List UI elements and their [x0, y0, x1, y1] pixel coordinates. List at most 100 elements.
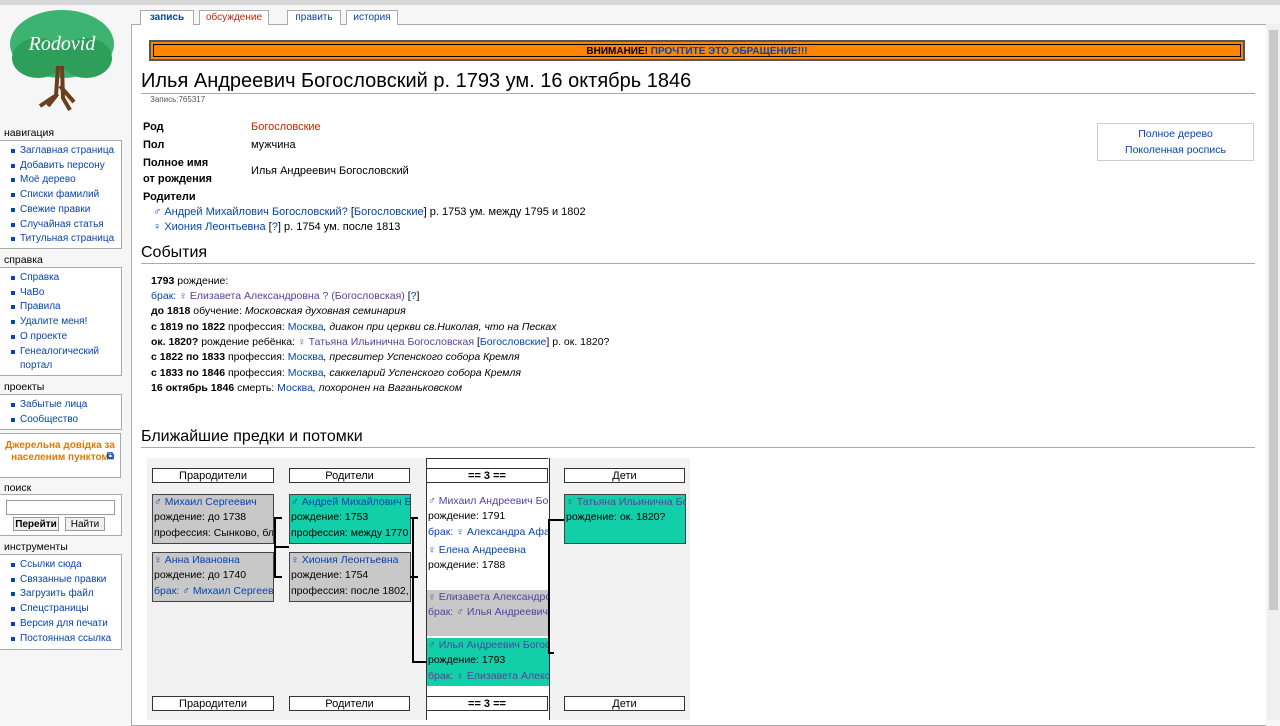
- promo-link[interactable]: Джерельна довідка за населеним пунктом ⧉: [0, 433, 121, 478]
- scrollbar-thumb[interactable]: [1269, 30, 1278, 610]
- help-item[interactable]: ЧаВо: [8, 286, 121, 301]
- nav-item[interactable]: Титульная страница: [8, 232, 121, 247]
- connector-p-to-self: [412, 661, 427, 663]
- projects-title: проекты: [4, 381, 45, 393]
- tree-card-self[interactable]: ♂ Илья Андреевич Богословскийрождение: 1…: [427, 638, 549, 686]
- tree-header-parents: Родители: [289, 468, 410, 483]
- projects-item[interactable]: Забытые лица: [8, 398, 121, 413]
- event-profession-1: с 1819 по 1822 профессия: Москва, диакон…: [151, 321, 557, 333]
- tree-card-child[interactable]: ♀ Татьяна Ильинична Богословскаярождение…: [564, 494, 686, 544]
- help-item[interactable]: Правила: [8, 300, 121, 315]
- tree-card-sibling-2[interactable]: ♀ Елена Андреевна рождение: 1788: [427, 543, 549, 589]
- child-link[interactable]: ♀ Татьяна Ильинична Богословская: [298, 336, 474, 348]
- tree-header-self: == 3 ==: [426, 468, 548, 483]
- banner-link[interactable]: ПРОЧТИТЕ ЭТО ОБРАЩЕНИЕ!!!: [651, 46, 808, 57]
- help-portlet: Справка ЧаВо Правила Удалите меня! О про…: [0, 267, 122, 376]
- parent-mother: ♀ Хиония Леонтьевна [?] р. 1754 ум. посл…: [153, 221, 401, 233]
- tree-footer-children: Дети: [564, 696, 685, 711]
- nav-item[interactable]: Свежие правки: [8, 203, 121, 218]
- tree-card-grandfather[interactable]: ♂ Михаил Сергеевич рождение: до 1738 профе…: [152, 494, 274, 544]
- event-profession-2: с 1822 по 1833 профессия: Москва, пресви…: [151, 351, 520, 363]
- nav-item[interactable]: Случайная статья: [8, 218, 121, 233]
- events-heading: События: [141, 244, 208, 261]
- tree-card-grandmother[interactable]: ♀ Анна Ивановна рождение: до 1740 брак: ♂ …: [152, 552, 274, 602]
- fullname-value: Илья Андреевич Богословский: [251, 165, 409, 177]
- tree-links-box: Полное дерево Поколенная роспись: [1097, 123, 1254, 161]
- event-profession-3: с 1833 по 1846 профессия: Москва, саккел…: [151, 367, 522, 379]
- tools-item[interactable]: Загрузить файл: [8, 587, 121, 602]
- title-divider: [141, 93, 1255, 94]
- connector-children: [548, 519, 550, 653]
- tab-discussion[interactable]: обсуждение: [199, 10, 269, 25]
- mother-name-link[interactable]: Хиония Леонтьевна: [164, 221, 265, 233]
- help-title: справка: [4, 254, 43, 266]
- nav-item[interactable]: Заглавная страница: [8, 144, 121, 159]
- tree-footer-self: == 3 ==: [426, 696, 548, 711]
- notice-banner: ВНИМАНИЕ! ПРОЧТИТЕ ЭТО ОБРАЩЕНИЕ!!!: [149, 40, 1245, 61]
- window-top-border: [0, 0, 1280, 5]
- tree-card-mother[interactable]: ♀ Хиония Леонтьевна рождение: 1754 професс…: [289, 552, 411, 602]
- connector-self-h: [548, 652, 554, 654]
- event-education: до 1818 обучение: Московская духовная се…: [151, 305, 406, 317]
- tools-item[interactable]: Связанные правки: [8, 573, 121, 588]
- mother-sym[interactable]: ♀: [153, 221, 161, 233]
- event-child-birth: ок. 1820? рождение ребёнка: ♀ Татьяна Ил…: [151, 336, 610, 348]
- event-birth: 1793 рождение:: [151, 275, 229, 287]
- tools-item[interactable]: Постоянная ссылка: [8, 632, 121, 647]
- fullname-label-2: от рождения: [143, 173, 212, 185]
- logo-text: Rodovid: [28, 33, 97, 55]
- help-item[interactable]: Генеалогический портал: [8, 345, 121, 374]
- search-input[interactable]: [6, 500, 115, 515]
- tree-card-sibling-1[interactable]: ♂ Михаил Андреевич Богословскийрождение:…: [427, 494, 549, 542]
- search-go-button[interactable]: Перейти: [13, 517, 59, 531]
- tools-item[interactable]: Спецстраницы: [8, 602, 121, 617]
- rodovid-logo[interactable]: Rodovid: [8, 6, 116, 114]
- tree-footer-grandparents: Прародители: [152, 696, 274, 711]
- tab-edit[interactable]: править: [287, 10, 341, 25]
- sex-value: мужчина: [251, 139, 296, 151]
- tree-card-spouse[interactable]: ♀ Елизавета Александровнабрак: ♂ Илья Ан…: [427, 590, 549, 636]
- help-item[interactable]: О проекте: [8, 330, 121, 345]
- tab-record[interactable]: запись: [140, 10, 194, 25]
- nav-item[interactable]: Добавить персону: [8, 159, 121, 174]
- help-item[interactable]: Удалите меня!: [8, 315, 121, 330]
- father-name-link[interactable]: Андрей Михайлович Богословский?: [164, 206, 347, 218]
- spouse-link[interactable]: ♀ Елизавета Александровна ? (Богословска…: [179, 290, 405, 302]
- fullname-label: Полное имя: [143, 157, 209, 169]
- father-family-link[interactable]: Богословские: [354, 206, 424, 218]
- tree-divider: [141, 447, 1255, 448]
- search-find-button[interactable]: Найти: [65, 517, 105, 531]
- connector-parents: [412, 517, 414, 662]
- sex-label: Пол: [143, 139, 165, 151]
- nav-title: навигация: [4, 127, 55, 139]
- parents-label: Родители: [143, 191, 196, 203]
- generation-list-link[interactable]: Поколенная роспись: [1125, 144, 1226, 156]
- connector-gp-to-father: [274, 546, 289, 548]
- projects-item[interactable]: Сообщество: [8, 413, 121, 428]
- nav-item[interactable]: Моё дерево: [8, 173, 121, 188]
- nav-item[interactable]: Списки фамилий: [8, 188, 121, 203]
- projects-portlet: Забытые лица Сообщество: [0, 394, 122, 430]
- tree-card-father[interactable]: ♂ Андрей Михайлович Богословскийрождение…: [289, 494, 411, 544]
- tools-title: инструменты: [4, 541, 68, 553]
- rod-label: Род: [143, 121, 164, 133]
- external-link-icon: ⧉: [106, 451, 114, 462]
- father-link[interactable]: ♂: [153, 206, 161, 218]
- record-id: Запись:765317: [150, 95, 206, 104]
- event-death: 16 октябрь 1846 смерть: Москва, похороне…: [151, 382, 463, 394]
- tree-header-grandparents: Прародители: [152, 468, 274, 483]
- tab-history[interactable]: история: [346, 10, 398, 25]
- connector-gp-h1: [274, 517, 282, 519]
- tools-item[interactable]: Ссылки сюда: [8, 558, 121, 573]
- full-tree-link[interactable]: Полное дерево: [1138, 128, 1213, 140]
- tools-item[interactable]: Версия для печати: [8, 617, 121, 632]
- connector-gp-h2: [274, 576, 282, 578]
- event-marriage: брак: ♀ Елизавета Александровна ? (Богос…: [151, 290, 420, 302]
- tree-heading: Ближайшие предки и потомки: [141, 428, 363, 445]
- nav-portlet: Заглавная страница Добавить персону Моё …: [0, 140, 122, 249]
- parent-father: ♂ Андрей Михайлович Богословский? [Богос…: [153, 206, 586, 218]
- rod-value[interactable]: Богословские: [251, 121, 321, 133]
- events-divider: [141, 263, 1255, 264]
- search-portlet: Перейти Найти: [0, 494, 122, 536]
- help-item[interactable]: Справка: [8, 271, 121, 286]
